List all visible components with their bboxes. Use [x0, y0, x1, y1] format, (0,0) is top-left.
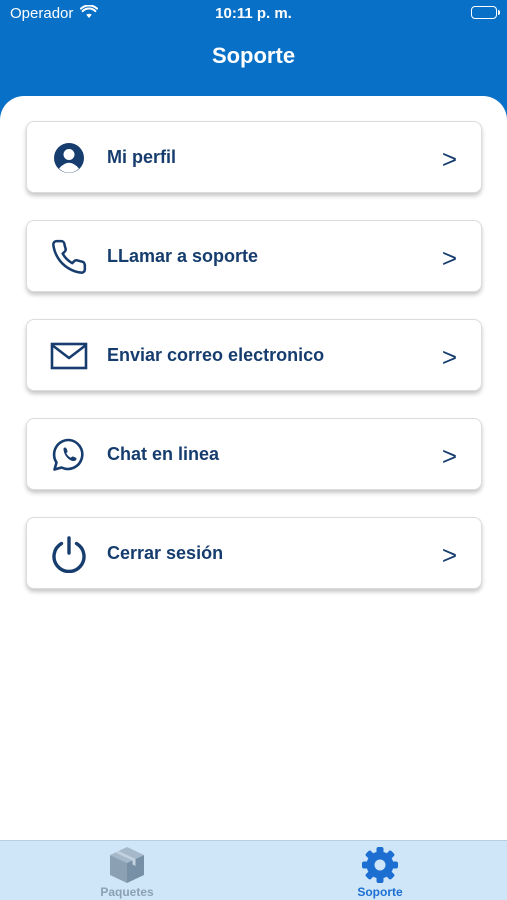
menu-panel: Mi perfil > LLamar a soporte > Enviar co…	[0, 96, 507, 841]
tab-label: Paquetes	[100, 885, 154, 899]
menu-item-profile[interactable]: Mi perfil >	[26, 121, 482, 193]
menu-item-label: Cerrar sesión	[107, 543, 224, 563]
user-icon	[49, 138, 89, 178]
menu-item-label: LLamar a soporte	[107, 246, 259, 266]
mail-icon	[49, 336, 89, 376]
tab-bar: Paquetes Soporte	[0, 840, 507, 900]
menu-item-online-chat[interactable]: Chat en linea >	[26, 418, 482, 490]
status-bar: Operador 10:11 p. m.	[0, 0, 507, 30]
tab-paquetes[interactable]: Paquetes	[47, 841, 207, 900]
chevron-right-icon: >	[441, 342, 457, 372]
gear-icon	[360, 845, 400, 885]
chevron-right-icon: >	[441, 540, 457, 570]
menu-item-send-email[interactable]: Enviar correo electronico >	[26, 319, 482, 391]
tab-soporte[interactable]: Soporte	[300, 841, 460, 900]
power-icon	[49, 534, 89, 574]
menu-item-call-support[interactable]: LLamar a soporte >	[26, 220, 482, 292]
menu-item-label: Enviar correo electronico	[107, 345, 325, 365]
whatsapp-icon	[49, 435, 89, 475]
menu-item-label: Mi perfil	[107, 147, 177, 167]
package-icon	[107, 845, 147, 885]
page-title: Soporte	[211, 43, 296, 68]
chevron-right-icon: >	[441, 144, 457, 174]
battery-icon	[471, 6, 500, 19]
chevron-right-icon: >	[441, 441, 457, 471]
tab-label: Soporte	[357, 885, 403, 899]
chevron-right-icon: >	[441, 243, 457, 273]
menu-item-logout[interactable]: Cerrar sesión >	[26, 517, 482, 589]
menu-item-label: Chat en linea	[107, 444, 220, 464]
phone-icon	[49, 237, 89, 277]
clock: 10:11 p. m.	[215, 5, 292, 22]
